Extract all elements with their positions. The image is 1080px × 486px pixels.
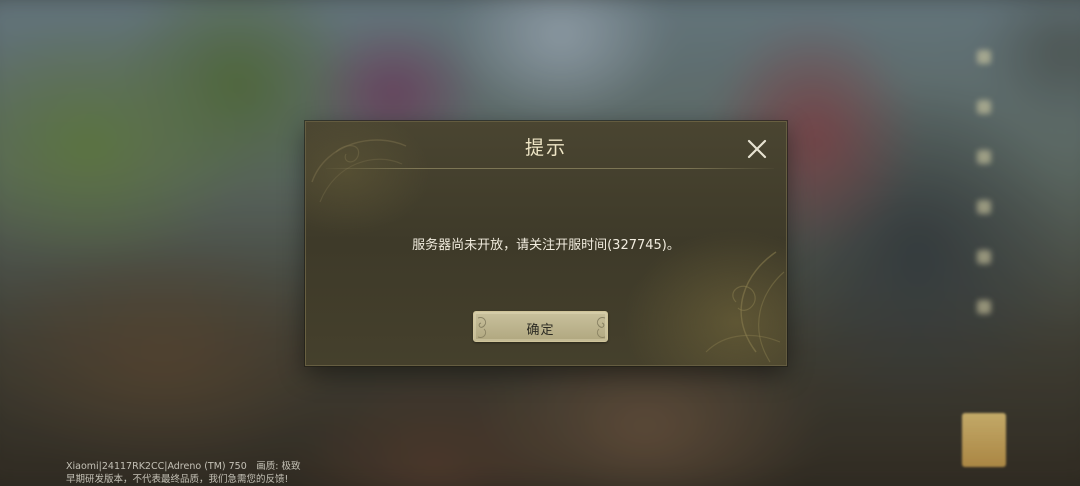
side-menu-blurred bbox=[962, 50, 1006, 380]
side-menu-icon bbox=[977, 200, 991, 214]
corner-menu-button bbox=[962, 413, 1006, 467]
side-menu-icon bbox=[977, 50, 991, 64]
title-divider bbox=[326, 168, 774, 169]
confirm-button-label: 确定 bbox=[526, 323, 555, 338]
build-info-footer: Xiaomi|24117RK2CC|Adreno (TM) 750 画质: 极致… bbox=[66, 460, 300, 486]
side-menu-icon bbox=[977, 150, 991, 164]
side-menu-icon bbox=[977, 100, 991, 114]
side-menu-icon bbox=[977, 250, 991, 264]
confirm-button[interactable]: 确定 bbox=[473, 311, 608, 342]
side-menu-icon bbox=[977, 300, 991, 314]
disclaimer-text: 早期研发版本，不代表最终品质，我们急需您的反馈! bbox=[66, 474, 289, 485]
close-icon bbox=[747, 139, 767, 159]
notice-dialog: 提示 服务器尚未开放，请关注开服时间(327745)。 确定 bbox=[305, 121, 787, 366]
dialog-message: 服务器尚未开放，请关注开服时间(327745)。 bbox=[412, 238, 680, 253]
close-button[interactable] bbox=[742, 134, 772, 164]
game-screen: 提示 服务器尚未开放，请关注开服时间(327745)。 确定 Xiaomi|24… bbox=[0, 0, 1080, 486]
dialog-title: 提示 bbox=[524, 137, 567, 159]
device-info-text: Xiaomi|24117RK2CC|Adreno (TM) 750 画质: 极致 bbox=[66, 461, 301, 472]
